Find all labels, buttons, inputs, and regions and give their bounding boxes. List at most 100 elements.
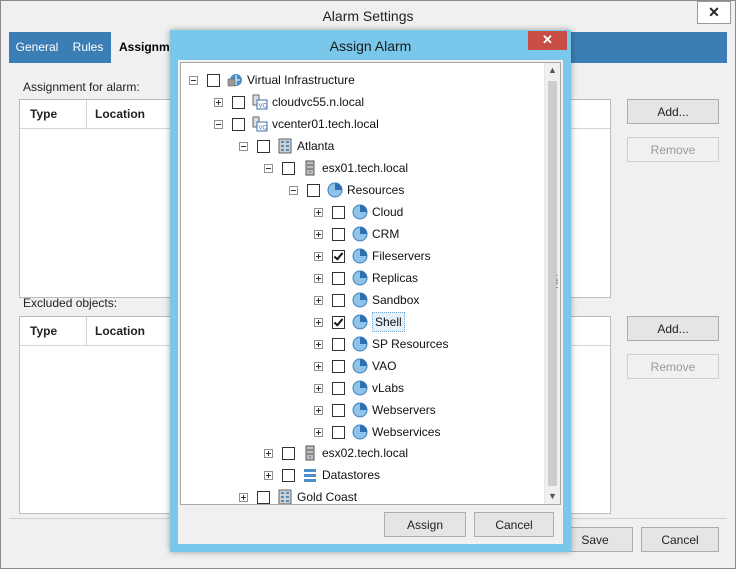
collapse-icon[interactable] — [264, 164, 273, 173]
tree-node-label[interactable]: Webservers — [372, 400, 436, 420]
expand-icon[interactable] — [314, 318, 323, 327]
tree-node[interactable]: Cloud — [181, 202, 541, 222]
tree-node-label[interactable]: Shell — [372, 312, 405, 332]
tree-node-checkbox[interactable] — [282, 469, 295, 482]
tree-node[interactable]: Webservices — [181, 422, 541, 442]
tree-node-checkbox[interactable] — [332, 228, 345, 241]
expand-icon[interactable] — [314, 296, 323, 305]
tree-node-checkbox[interactable] — [332, 294, 345, 307]
tree-node[interactable]: SP Resources — [181, 334, 541, 354]
tree-node-label[interactable]: Resources — [347, 180, 404, 200]
tree-node-checkbox[interactable] — [332, 360, 345, 373]
scroll-down-arrow-icon[interactable]: ▼ — [545, 489, 560, 504]
tree-node-label[interactable]: Cloud — [372, 202, 403, 222]
tree-node[interactable]: Sandbox — [181, 290, 541, 310]
expand-icon[interactable] — [214, 98, 223, 107]
column-type[interactable]: Type — [30, 324, 57, 338]
expand-icon[interactable] — [264, 449, 273, 458]
infrastructure-tree[interactable]: ▲ ⋮ ⋮ ▼ Virtual Infrastructure VC cloudvc55… — [180, 62, 561, 505]
expand-icon[interactable] — [314, 384, 323, 393]
tree-node-label[interactable]: Atlanta — [297, 136, 334, 156]
window-close-button[interactable]: ✕ — [697, 1, 731, 24]
tree-node-label[interactable]: esx01.tech.local — [322, 158, 408, 178]
tree-node[interactable]: Shell — [181, 312, 541, 332]
tree-node-checkbox[interactable] — [332, 316, 345, 329]
tree-node-label[interactable]: Fileservers — [372, 246, 431, 266]
assign-button[interactable]: Assign — [384, 512, 466, 537]
tree-node[interactable]: VC vcenter01.tech.local — [181, 114, 541, 134]
tree-node-label[interactable]: cloudvc55.n.local — [272, 92, 364, 112]
tree-node-checkbox[interactable] — [232, 118, 245, 131]
tree-node-checkbox[interactable] — [257, 491, 270, 504]
tree-node[interactable]: VAO — [181, 356, 541, 376]
expand-icon[interactable] — [314, 340, 323, 349]
expand-icon[interactable] — [314, 362, 323, 371]
tree-node[interactable]: esx01.tech.local — [181, 158, 541, 178]
tree-node[interactable]: Gold Coast — [181, 487, 541, 504]
tree-node[interactable]: Webservers — [181, 400, 541, 420]
tree-scrollbar[interactable]: ▲ ⋮ ⋮ ▼ — [544, 63, 560, 504]
excluded-add-button[interactable]: Add... — [627, 316, 719, 341]
collapse-icon[interactable] — [289, 186, 298, 195]
tree-node-checkbox[interactable] — [232, 96, 245, 109]
dialog-close-button[interactable]: ✕ — [528, 31, 567, 50]
column-location[interactable]: Location — [95, 107, 145, 121]
tree-node[interactable]: CRM — [181, 224, 541, 244]
tree-node-checkbox[interactable] — [332, 338, 345, 351]
tree-node-label[interactable]: vLabs — [372, 378, 404, 398]
tree-node-checkbox[interactable] — [207, 74, 220, 87]
tree-node[interactable]: Virtual Infrastructure — [181, 70, 541, 90]
expand-icon[interactable] — [314, 208, 323, 217]
collapse-icon[interactable] — [214, 120, 223, 129]
tree-node[interactable]: esx02.tech.local — [181, 443, 541, 463]
tree-node-label[interactable]: Replicas — [372, 268, 418, 288]
collapse-icon[interactable] — [239, 142, 248, 151]
scroll-up-arrow-icon[interactable]: ▲ — [545, 63, 560, 78]
column-type[interactable]: Type — [30, 107, 57, 121]
tree-node[interactable]: Replicas — [181, 268, 541, 288]
tree-node[interactable]: Fileservers — [181, 246, 541, 266]
tree-node-checkbox[interactable] — [332, 426, 345, 439]
excluded-remove-button[interactable]: Remove — [627, 354, 719, 379]
assignment-remove-button[interactable]: Remove — [627, 137, 719, 162]
tab-rules[interactable]: Rules — [67, 32, 109, 63]
collapse-icon[interactable] — [189, 76, 198, 85]
tree-node-checkbox[interactable] — [332, 272, 345, 285]
tree-node[interactable]: Resources — [181, 180, 541, 200]
tree-node-label[interactable]: Virtual Infrastructure — [247, 70, 355, 90]
tree-node[interactable]: vLabs — [181, 378, 541, 398]
cancel-button[interactable]: Cancel — [641, 527, 719, 552]
tree-node-label[interactable]: Gold Coast — [297, 487, 357, 504]
tree-node-label[interactable]: VAO — [372, 356, 396, 376]
tree-node-checkbox[interactable] — [332, 206, 345, 219]
tree-node-checkbox[interactable] — [332, 404, 345, 417]
tree-node-checkbox[interactable] — [332, 382, 345, 395]
tab-assignment[interactable]: Assignme — [111, 32, 173, 63]
expand-icon[interactable] — [314, 274, 323, 283]
expand-icon[interactable] — [314, 230, 323, 239]
expand-icon[interactable] — [314, 406, 323, 415]
tree-node-checkbox[interactable] — [307, 184, 320, 197]
expand-icon[interactable] — [314, 428, 323, 437]
tree-node[interactable]: Datastores — [181, 465, 541, 485]
tree-node-label[interactable]: Sandbox — [372, 290, 419, 310]
expand-icon[interactable] — [239, 493, 248, 502]
tree-node-label[interactable]: CRM — [372, 224, 399, 244]
dialog-cancel-button[interactable]: Cancel — [474, 512, 554, 537]
tab-general[interactable]: General — [9, 32, 65, 63]
tree-node-label[interactable]: esx02.tech.local — [322, 443, 408, 463]
tree-node[interactable]: VC cloudvc55.n.local — [181, 92, 541, 112]
tree-node-label[interactable]: Webservices — [372, 422, 440, 442]
expand-icon[interactable] — [264, 471, 273, 480]
tree-node-label[interactable]: SP Resources — [372, 334, 448, 354]
tree-node-label[interactable]: Datastores — [322, 465, 380, 485]
tree-node-checkbox[interactable] — [282, 447, 295, 460]
tree-node-label[interactable]: vcenter01.tech.local — [272, 114, 379, 134]
tree-node[interactable]: Atlanta — [181, 136, 541, 156]
tree-node-checkbox[interactable] — [332, 250, 345, 263]
expand-icon[interactable] — [314, 252, 323, 261]
tree-node-checkbox[interactable] — [257, 140, 270, 153]
tree-node-checkbox[interactable] — [282, 162, 295, 175]
assignment-add-button[interactable]: Add... — [627, 99, 719, 124]
scrollbar-thumb[interactable]: ⋮ ⋮ — [548, 81, 560, 486]
